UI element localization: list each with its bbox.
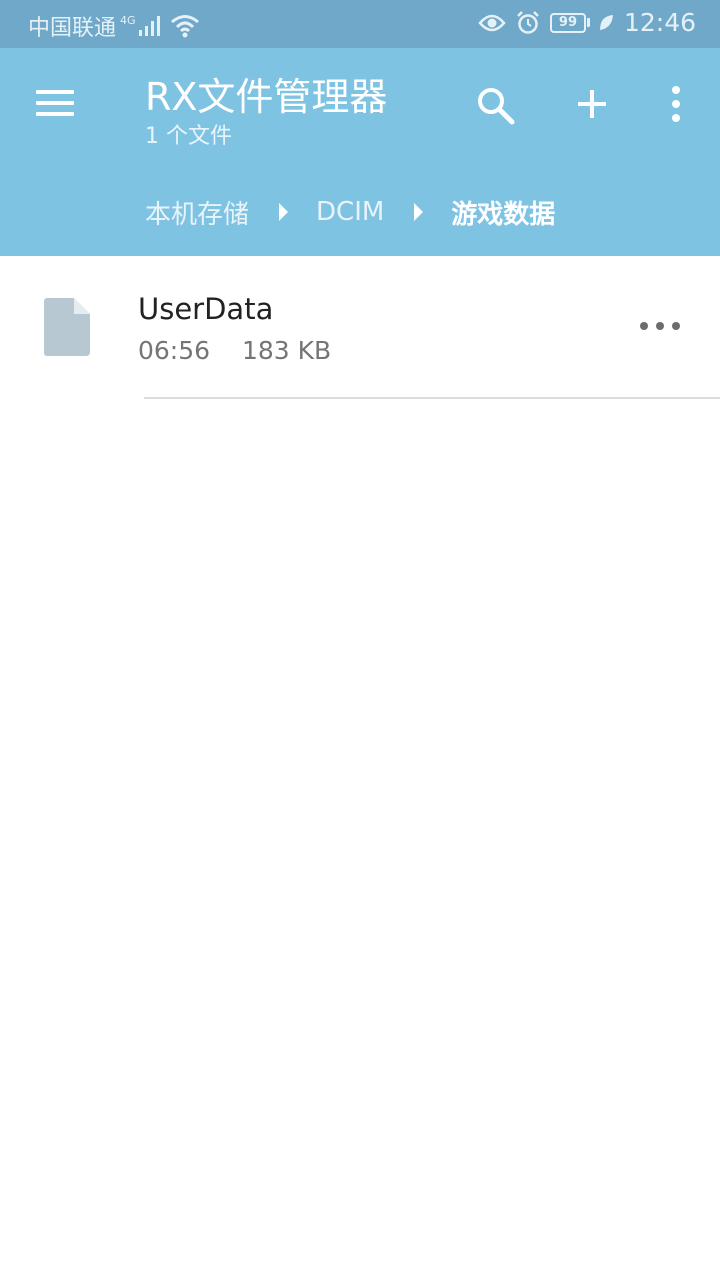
signal-icon <box>138 16 160 36</box>
file-icon <box>44 298 90 356</box>
alarm-icon <box>517 10 539 34</box>
battery-level: 99 <box>549 12 586 33</box>
carrier-label: 中国联通 <box>28 16 117 41</box>
add-icon <box>578 90 606 118</box>
breadcrumb-item-storage[interactable]: 本机存储 <box>145 194 249 231</box>
status-left: 中国联通 4G <box>28 10 200 42</box>
menu-button[interactable] <box>36 90 76 120</box>
overflow-menu-button[interactable] <box>662 84 690 124</box>
clock: 12:46 <box>623 8 696 37</box>
list-item[interactable]: UserData 06:56 183 KB <box>0 256 720 400</box>
breadcrumb-item-dcim[interactable]: DCIM <box>316 197 384 227</box>
more-vert-icon <box>672 86 680 122</box>
more-horiz-icon[interactable] <box>640 316 680 336</box>
app-title: RX文件管理器 <box>145 75 388 119</box>
list-divider <box>144 397 720 399</box>
wifi-icon <box>170 15 199 38</box>
battery-icon: 99 <box>549 12 590 33</box>
file-name: UserData <box>138 292 274 326</box>
app-bar: RX文件管理器 1 个文件 本机存储 DCIM 游戏数据 <box>0 48 720 256</box>
eye-icon <box>478 14 506 31</box>
breadcrumb-item-current[interactable]: 游戏数据 <box>451 194 555 231</box>
status-right: 99 12:46 <box>478 8 696 37</box>
file-size: 183 KB <box>242 336 332 365</box>
file-count: 1 个文件 <box>145 124 232 149</box>
chevron-right-icon <box>414 203 424 221</box>
file-time: 06:56 <box>138 336 211 365</box>
network-type: 4G <box>120 13 136 27</box>
menu-icon <box>36 90 76 116</box>
chevron-right-icon <box>279 203 289 221</box>
search-button[interactable] <box>474 84 518 128</box>
search-icon <box>478 88 515 125</box>
add-button[interactable] <box>574 84 610 124</box>
breadcrumb: 本机存储 DCIM 游戏数据 <box>145 192 555 232</box>
leaf-icon <box>599 14 613 30</box>
status-bar: 中国联通 4G 99 12:46 <box>0 0 720 48</box>
